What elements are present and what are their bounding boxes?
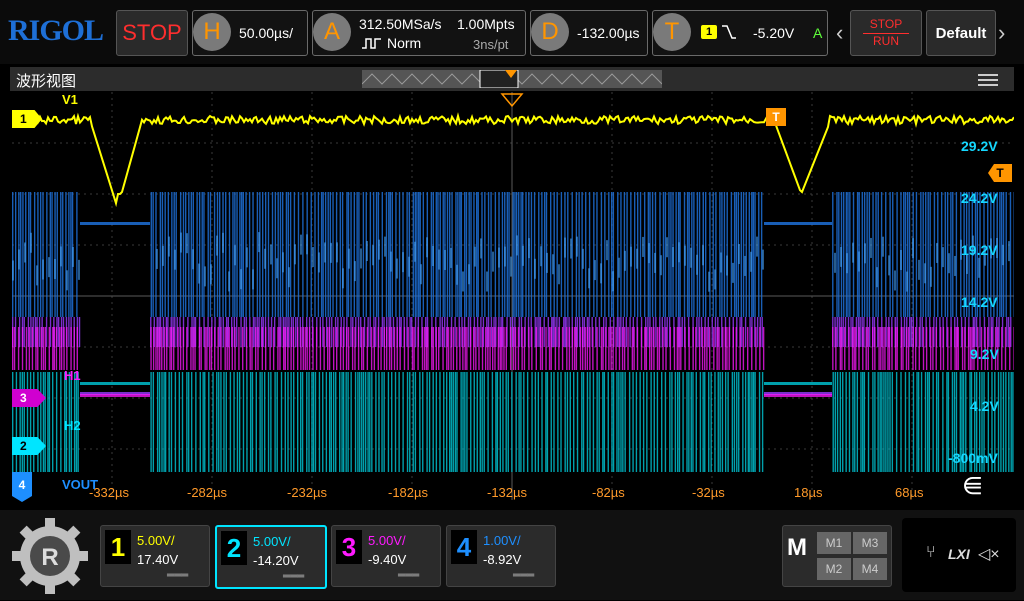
channel-4-number: 4 — [451, 530, 477, 564]
channel-3-box[interactable]: 3 5.00V/ -9.40V ═══ — [331, 525, 441, 587]
default-button[interactable]: Default — [926, 10, 996, 56]
trigger-level: -5.20V — [753, 25, 794, 41]
trace-label-vout: VOUT — [62, 477, 98, 492]
voltage-label: 29.2V — [961, 138, 998, 154]
time-tick: -82µs — [592, 485, 625, 500]
voltage-label: -800mV — [948, 450, 998, 466]
delay-panel[interactable]: D -132.00µs — [530, 10, 648, 56]
channel-2-scale: 5.00V/ — [253, 534, 291, 549]
channel-1-offset: 17.40V — [137, 552, 178, 567]
channel-4-scale: 1.00V/ — [483, 533, 521, 548]
sample-rate: 312.50MSa/s — [359, 16, 442, 32]
dc-coupling-icon: ═══ — [283, 571, 304, 582]
channel-2-offset: -14.20V — [253, 553, 299, 568]
math-label: M — [787, 534, 807, 562]
trace-label-v1: V1 — [62, 92, 78, 107]
channel-4-box[interactable]: 4 1.00V/ -8.92V ═══ — [446, 525, 556, 587]
memory-overview-strip[interactable] — [362, 70, 662, 88]
trigger-icon: T — [653, 13, 691, 51]
acquire-icon: A — [313, 13, 351, 51]
run-state-indicator[interactable]: STOP — [116, 10, 188, 56]
channel-1-scale: 5.00V/ — [137, 533, 175, 548]
math-m1[interactable]: M1 — [817, 532, 851, 554]
channel-3-scale: 5.00V/ — [368, 533, 406, 548]
trigger-source: 1 — [701, 25, 717, 39]
channel-1-box[interactable]: 1 5.00V/ 17.40V ═══ — [100, 525, 210, 587]
stop-label: STOP — [851, 17, 921, 31]
trigger-panel[interactable]: T 1 -5.20V A — [652, 10, 828, 56]
run-label: RUN — [863, 33, 909, 48]
horizontal-icon: H — [193, 13, 231, 51]
waveform-canvas — [12, 92, 1014, 500]
time-tick: -232µs — [287, 485, 327, 500]
home-gear-icon[interactable]: R — [10, 516, 90, 596]
time-tick: 18µs — [794, 485, 822, 500]
voltage-label: 4.2V — [970, 398, 999, 414]
acquire-panel[interactable]: A 312.50MSa/s 1.00Mpts Norm 3ns/pt — [312, 10, 526, 56]
math-panel[interactable]: M M1 M3 M2 M4 — [782, 525, 892, 587]
channel-4-offset: -8.92V — [483, 552, 521, 567]
lxi-label: LXI — [948, 546, 970, 562]
next-arrow-icon[interactable]: › — [998, 20, 1005, 46]
channel-1-number: 1 — [105, 530, 131, 564]
voltage-label: 14.2V — [961, 294, 998, 310]
trace-label-h1: H1 — [64, 368, 81, 383]
horizontal-panel[interactable]: H 50.00µs/ — [192, 10, 308, 56]
acquire-mode: Norm — [387, 35, 421, 51]
channel-2-box[interactable]: 2 5.00V/ -14.20V ═══ — [215, 525, 327, 589]
voltage-label: 19.2V — [961, 242, 998, 258]
usb-icon: ⑂ — [926, 544, 936, 562]
trace-label-h2: H2 — [64, 418, 81, 433]
time-tick: -282µs — [187, 485, 227, 500]
mute-icon[interactable]: ◁× — [978, 544, 1000, 564]
channel-3-number: 3 — [336, 530, 362, 564]
delay-icon: D — [531, 13, 569, 51]
status-tray: ⑂ LXI ◁× — [902, 518, 1016, 592]
horizontal-scale: 50.00µs/ — [239, 25, 293, 41]
time-tick: -182µs — [388, 485, 428, 500]
brand-logo: RIGOL — [8, 14, 103, 48]
waveform-grid[interactable]: -332µs -282µs -232µs -182µs -132µs -82µs… — [12, 92, 1014, 500]
menu-collapse-icon[interactable]: ⋹ — [962, 472, 983, 500]
trigger-position-marker[interactable]: T — [766, 108, 786, 126]
delay-value: -132.00µs — [577, 25, 640, 41]
math-m2[interactable]: M2 — [817, 558, 851, 580]
voltage-label: 24.2V — [961, 190, 998, 206]
acquire-mode-icon — [361, 37, 383, 49]
voltage-label: 9.2V — [970, 346, 999, 362]
math-m4[interactable]: M4 — [853, 558, 887, 580]
waveform-window-titlebar: 波形视图 — [10, 67, 1014, 91]
ch4-position-marker[interactable]: 4 — [12, 472, 32, 502]
time-tick: -132µs — [487, 485, 527, 500]
dc-coupling-icon: ═══ — [398, 570, 419, 581]
trigger-coupling: A — [813, 25, 822, 41]
channel-2-number: 2 — [221, 531, 247, 565]
svg-text:R: R — [41, 544, 58, 571]
prev-arrow-icon[interactable]: ‹ — [836, 20, 843, 46]
dc-coupling-icon: ═══ — [167, 570, 188, 581]
stop-run-button[interactable]: STOP RUN — [850, 10, 922, 56]
time-tick: -32µs — [692, 485, 725, 500]
dc-coupling-icon: ═══ — [513, 570, 534, 581]
memory-depth: 1.00Mpts — [457, 16, 515, 32]
time-tick: 68µs — [895, 485, 923, 500]
top-toolbar: RIGOL STOP H 50.00µs/ A 312.50MSa/s 1.00… — [0, 0, 1024, 64]
menu-icon[interactable] — [978, 71, 998, 89]
falling-edge-icon — [721, 24, 737, 40]
time-resolution: 3ns/pt — [473, 37, 508, 52]
math-m3[interactable]: M3 — [853, 532, 887, 554]
window-title: 波形视图 — [16, 70, 76, 91]
channel-3-offset: -9.40V — [368, 552, 406, 567]
